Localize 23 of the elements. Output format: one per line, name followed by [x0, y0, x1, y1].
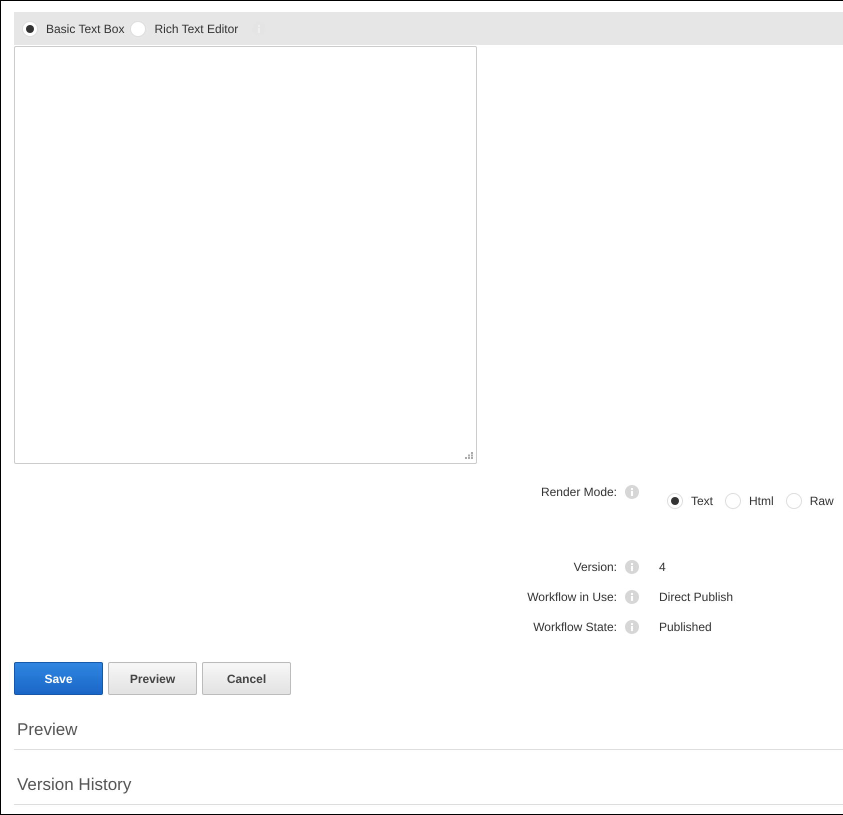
- render-mode-radio[interactable]: Html: [725, 493, 774, 509]
- save-button[interactable]: Save: [14, 662, 103, 695]
- action-button[interactable]: Preview: [108, 662, 197, 695]
- info-icon[interactable]: [625, 560, 639, 574]
- text-area[interactable]: [14, 46, 477, 464]
- section-heading[interactable]: Preview: [14, 720, 78, 740]
- property-value: Published: [659, 620, 712, 634]
- editor-mode-radio[interactable]: Basic Text Box: [22, 20, 124, 36]
- resize-grip-icon[interactable]: [464, 452, 473, 459]
- property-label: Workflow in Use:: [526, 590, 617, 604]
- property-label: Workflow State:: [532, 620, 617, 634]
- property-value: Direct Publish: [659, 590, 734, 604]
- info-icon[interactable]: [625, 485, 639, 499]
- property-label: Version:: [572, 560, 617, 574]
- info-icon[interactable]: [625, 620, 639, 634]
- editor-mode-radio[interactable]: Rich Text Editor: [130, 20, 238, 36]
- render-mode-radio[interactable]: Raw: [786, 493, 834, 509]
- action-button[interactable]: Cancel: [202, 662, 291, 695]
- section-heading[interactable]: Version History: [14, 775, 132, 795]
- render-mode-radio[interactable]: Text: [667, 493, 714, 509]
- info-icon[interactable]: [625, 590, 639, 604]
- property-value: 4: [659, 560, 666, 574]
- render-mode-label: Render Mode:: [540, 485, 617, 499]
